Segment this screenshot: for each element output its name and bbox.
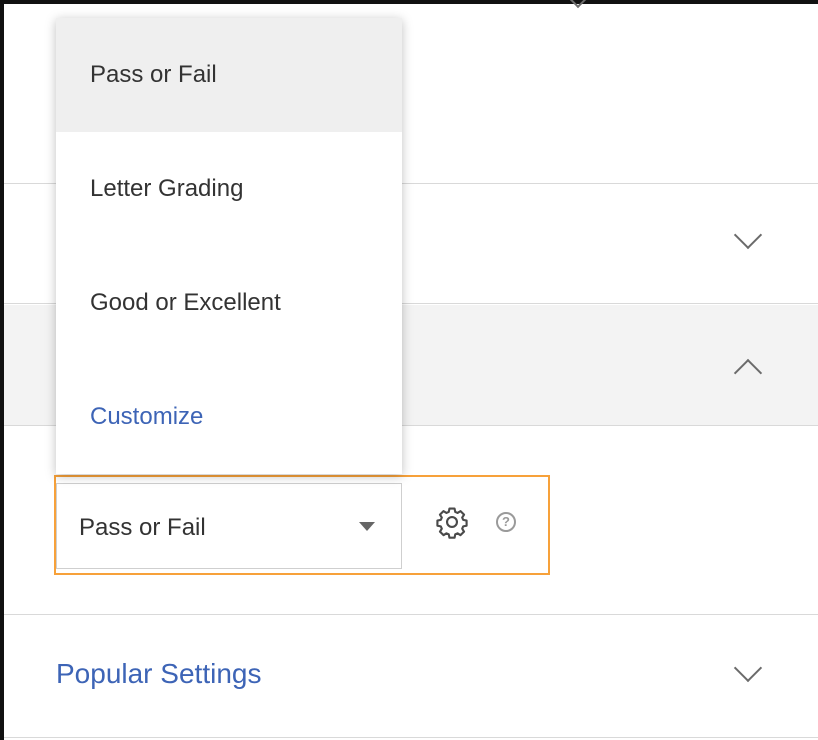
chevron-up-icon[interactable] xyxy=(733,358,763,388)
gear-icon[interactable] xyxy=(435,505,469,539)
dropdown-option-customize[interactable]: Customize xyxy=(56,360,402,474)
caret-down-icon[interactable] xyxy=(359,522,375,531)
help-icon[interactable]: ? xyxy=(496,512,516,532)
dropdown-option-good-or-excellent[interactable]: Good or Excellent xyxy=(56,246,402,360)
popular-settings-title[interactable]: Popular Settings xyxy=(56,658,261,690)
grading-type-select[interactable]: Pass or Fail xyxy=(56,483,402,569)
chevron-down-icon[interactable] xyxy=(733,653,763,683)
dropdown-option-letter-grading[interactable]: Letter Grading xyxy=(56,132,402,246)
popular-settings-row[interactable]: Popular Settings xyxy=(4,616,818,738)
dropdown-option-pass-or-fail[interactable]: Pass or Fail xyxy=(56,18,402,132)
chevron-down-icon[interactable] xyxy=(733,220,763,250)
grading-type-dropdown: Pass or Fail Letter Grading Good or Exce… xyxy=(56,18,402,474)
grading-type-value: Pass or Fail xyxy=(79,514,206,541)
